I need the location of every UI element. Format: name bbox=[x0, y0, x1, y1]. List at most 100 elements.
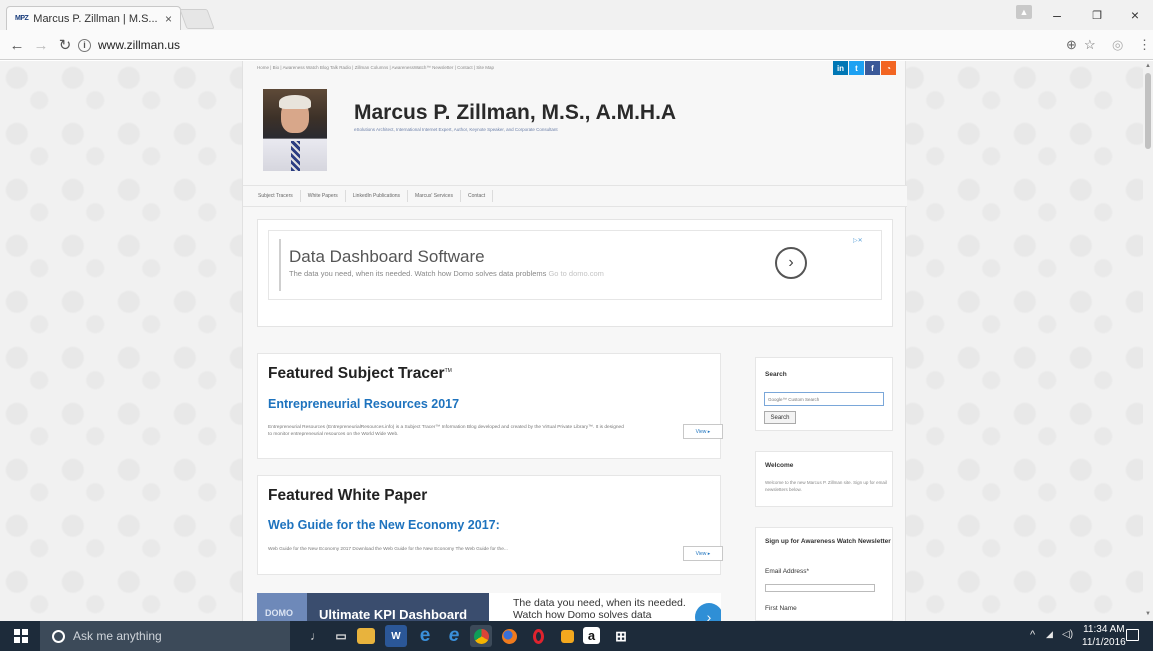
minimize-button[interactable]: – bbox=[1040, 0, 1074, 30]
app-logo bbox=[560, 629, 574, 643]
volume-icon[interactable]: ◁) bbox=[1062, 629, 1073, 640]
welcome-widget: Welcome Welcome to the new Marcus P. Zil… bbox=[755, 451, 893, 507]
featured-paper-heading: Featured White Paper bbox=[268, 487, 428, 504]
tab-close-icon[interactable]: × bbox=[165, 12, 172, 26]
forward-icon[interactable]: → bbox=[32, 36, 50, 54]
cortana-placeholder: Ask me anything bbox=[73, 629, 162, 643]
search-widget: Search Search bbox=[755, 357, 893, 431]
bottom-ad-image-text: Ultimate KPI Dashboard bbox=[319, 607, 468, 621]
ad-link[interactable]: Go to domo.com bbox=[548, 269, 603, 278]
file-explorer-icon[interactable] bbox=[357, 628, 375, 644]
tray-chevron-icon[interactable]: ^ bbox=[1030, 629, 1035, 641]
ad-headline[interactable]: Data Dashboard Software bbox=[289, 247, 485, 267]
action-center-icon[interactable] bbox=[1126, 629, 1139, 641]
chrome-icon bbox=[473, 628, 489, 644]
firefox-logo bbox=[501, 628, 517, 644]
author-portrait bbox=[263, 89, 327, 171]
taskbar-clock[interactable]: 11:34 AM 11/1/2016 bbox=[1082, 623, 1126, 649]
menu-item-services[interactable]: Marcus' Services bbox=[408, 190, 461, 202]
featured-paper-link[interactable]: Web Guide for the New Economy 2017: bbox=[268, 518, 500, 532]
menu-item-subject-tracers[interactable]: Subject Tracers bbox=[251, 190, 301, 202]
opera-icon[interactable] bbox=[527, 625, 549, 647]
menu-item-contact[interactable]: Contact bbox=[461, 190, 494, 202]
zoom-icon[interactable]: ⊕ bbox=[1066, 37, 1077, 53]
close-window-button[interactable]: × bbox=[1118, 0, 1152, 30]
network-icon[interactable]: ◢ bbox=[1046, 629, 1053, 640]
welcome-heading: Welcome bbox=[765, 462, 794, 469]
ad-choices-icon[interactable]: ▷✕ bbox=[853, 237, 863, 244]
cortana-icon bbox=[52, 629, 65, 643]
reload-icon[interactable]: ↻ bbox=[56, 36, 74, 54]
featured-tracer-card: Featured Subject TracerTM Entrepreneuria… bbox=[257, 353, 723, 459]
profile-icon[interactable]: ▲ bbox=[1016, 5, 1032, 19]
featured-paper-card: Featured White Paper Web Guide for the N… bbox=[257, 475, 723, 575]
rss-icon[interactable]: ◔ bbox=[881, 61, 896, 75]
linkedin-icon[interactable]: in bbox=[833, 61, 848, 75]
chrome-taskbar-icon[interactable] bbox=[470, 625, 492, 647]
microphone-icon[interactable]: ♩ bbox=[305, 625, 327, 647]
featured-tracer-link[interactable]: Entrepreneurial Resources 2017 bbox=[268, 397, 459, 411]
clock-time: 11:34 AM bbox=[1083, 624, 1125, 635]
page-scrollbar[interactable]: ▲ ▼ bbox=[1143, 61, 1153, 621]
browser-toolbar: ← → ↻ i www.zillman.us ⊕ ☆ ◎ ⋮ bbox=[0, 30, 1153, 60]
newsletter-heading: Sign up for Awareness Watch Newsletter bbox=[765, 538, 891, 545]
scroll-up-icon[interactable]: ▲ bbox=[1145, 63, 1151, 69]
start-pane bbox=[14, 637, 20, 643]
cortana-search-box[interactable]: Ask me anything bbox=[40, 621, 290, 651]
menu-item-linkedin-publications[interactable]: LinkedIn Publications bbox=[346, 190, 409, 202]
firefox-icon[interactable] bbox=[498, 625, 520, 647]
ad-arrow-icon[interactable]: › bbox=[775, 247, 807, 279]
menu-item-white-papers[interactable]: White Papers bbox=[301, 190, 346, 202]
windows-taskbar: Ask me anything ♩ ▭ W e e a ⊞ ^ ◢ ◁) 11:… bbox=[0, 621, 1153, 651]
bottom-ad-text: The data you need, when its needed. Watc… bbox=[513, 597, 686, 621]
domo-logo: DOMO bbox=[265, 608, 293, 618]
top-ad[interactable]: Data Dashboard Software The data you nee… bbox=[268, 230, 882, 300]
ad-divider bbox=[279, 239, 281, 291]
extension-icon[interactable]: ◎ bbox=[1112, 37, 1123, 53]
site-container: Home | Bio | Awareness Watch Blog Talk R… bbox=[242, 61, 907, 621]
back-icon[interactable]: ← bbox=[8, 36, 26, 54]
address-bar[interactable]: i www.zillman.us bbox=[78, 34, 1108, 56]
url-text: www.zillman.us bbox=[98, 38, 181, 52]
search-button[interactable]: Search bbox=[764, 411, 796, 424]
first-name-label: First Name bbox=[765, 605, 797, 612]
newsletter-widget: Sign up for Awareness Watch Newsletter E… bbox=[755, 527, 893, 621]
welcome-text: Welcome to the new Marcus P. Zillman sit… bbox=[765, 480, 887, 492]
bottom-ad[interactable]: DOMO Ultimate KPI Dashboard The data you… bbox=[257, 593, 721, 621]
bottom-ad-line-1: The data you need, when its needed. bbox=[513, 597, 686, 609]
word-icon[interactable]: W bbox=[385, 625, 407, 647]
amazon-icon[interactable]: a bbox=[583, 627, 600, 644]
twitter-icon[interactable]: t bbox=[849, 61, 864, 75]
site-info-icon[interactable]: i bbox=[78, 38, 91, 52]
featured-tracer-heading: Featured Subject TracerTM bbox=[268, 365, 452, 383]
ad-body: The data you need, when its needed. Watc… bbox=[289, 269, 604, 278]
page-viewport: Home | Bio | Awareness Watch Blog Talk R… bbox=[0, 61, 1143, 621]
maximize-button[interactable]: ❐ bbox=[1080, 0, 1114, 30]
view-paper-button[interactable]: View ▸ bbox=[683, 546, 723, 561]
start-pane bbox=[22, 637, 28, 643]
browser-tab[interactable]: MPZ Marcus P. Zillman | M.S... × bbox=[6, 6, 181, 30]
top-navigation[interactable]: Home | Bio | Awareness Watch Blog Talk R… bbox=[257, 65, 494, 70]
scroll-thumb[interactable] bbox=[1145, 73, 1151, 149]
email-field[interactable] bbox=[765, 584, 875, 592]
task-view-icon[interactable]: ▭ bbox=[330, 625, 352, 647]
bookmark-star-icon[interactable]: ☆ bbox=[1084, 37, 1096, 53]
app-icon[interactable] bbox=[556, 625, 578, 647]
new-tab-button[interactable] bbox=[179, 9, 215, 29]
facebook-icon[interactable]: f bbox=[865, 61, 880, 75]
site-title[interactable]: Marcus P. Zillman, M.S., A.M.H.A bbox=[354, 101, 676, 125]
store-icon[interactable]: ⊞ bbox=[610, 625, 632, 647]
edge-icon[interactable]: e bbox=[443, 625, 465, 647]
bottom-ad-image[interactable]: DOMO Ultimate KPI Dashboard bbox=[257, 593, 489, 621]
top-ad-container: Data Dashboard Software The data you nee… bbox=[257, 219, 893, 327]
search-input[interactable] bbox=[764, 392, 884, 406]
featured-tracer-title: Featured Subject Tracer bbox=[268, 365, 445, 382]
menu-kebab-icon[interactable]: ⋮ bbox=[1138, 37, 1151, 53]
view-tracer-button[interactable]: View ▸ bbox=[683, 424, 723, 439]
windows-start-icon[interactable] bbox=[14, 629, 28, 643]
portrait-tie bbox=[291, 141, 300, 171]
featured-paper-text: Web Guide for the New Economy 2017 Downl… bbox=[268, 547, 508, 552]
scroll-down-icon[interactable]: ▼ bbox=[1145, 611, 1151, 617]
bottom-ad-arrow-icon[interactable]: › bbox=[695, 603, 721, 621]
internet-explorer-icon[interactable]: e bbox=[414, 625, 436, 647]
